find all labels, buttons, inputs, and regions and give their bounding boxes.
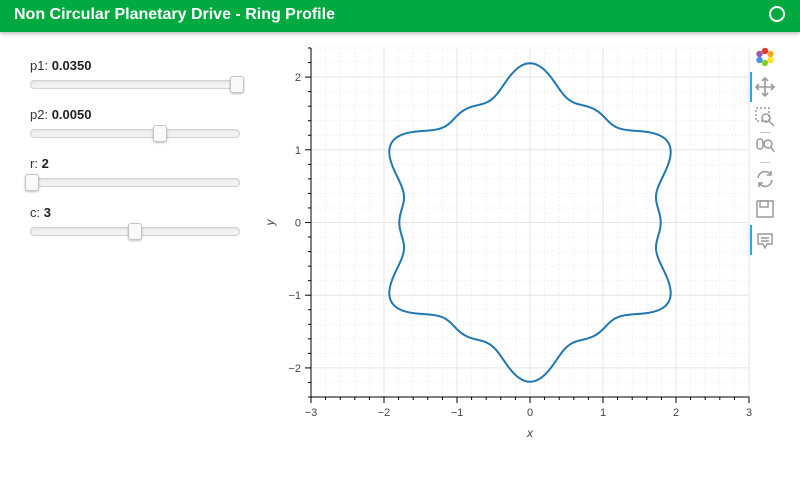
pan-icon[interactable] — [754, 76, 776, 98]
y-tick-label: 0 — [295, 218, 301, 230]
y-tick-label: 1 — [295, 145, 301, 157]
active-tool-indicator — [750, 225, 752, 255]
active-tool-indicator — [750, 72, 752, 102]
wheel-zoom-icon[interactable] — [754, 136, 776, 158]
plot-toolbar — [750, 42, 780, 262]
x-tick-label: 2 — [673, 407, 679, 419]
ring-profile-plot[interactable]: −3 −2 −1 0 1 2 3 −2 −1 0 1 2 x y — [0, 0, 800, 500]
bokeh-logo-icon[interactable] — [754, 46, 776, 68]
x-tick-label: 0 — [527, 407, 533, 419]
y-tick-label: −2 — [288, 363, 301, 375]
box-zoom-icon[interactable] — [754, 106, 776, 128]
y-tick-label: 2 — [295, 72, 301, 84]
x-tick-label: −3 — [305, 407, 318, 419]
y-axis-label: y — [263, 219, 277, 227]
x-tick-label: −2 — [378, 407, 391, 419]
x-tick-label: 1 — [600, 407, 606, 419]
x-tick-label: 3 — [746, 407, 752, 419]
x-axis-label: x — [526, 426, 534, 440]
save-icon[interactable] — [754, 198, 776, 220]
x-tick-label: −1 — [451, 407, 464, 419]
y-tick-label: −1 — [288, 290, 301, 302]
hover-icon[interactable] — [754, 230, 776, 252]
toolbar-divider — [760, 132, 770, 133]
toolbar-divider — [760, 162, 770, 163]
reset-icon[interactable] — [754, 168, 776, 190]
